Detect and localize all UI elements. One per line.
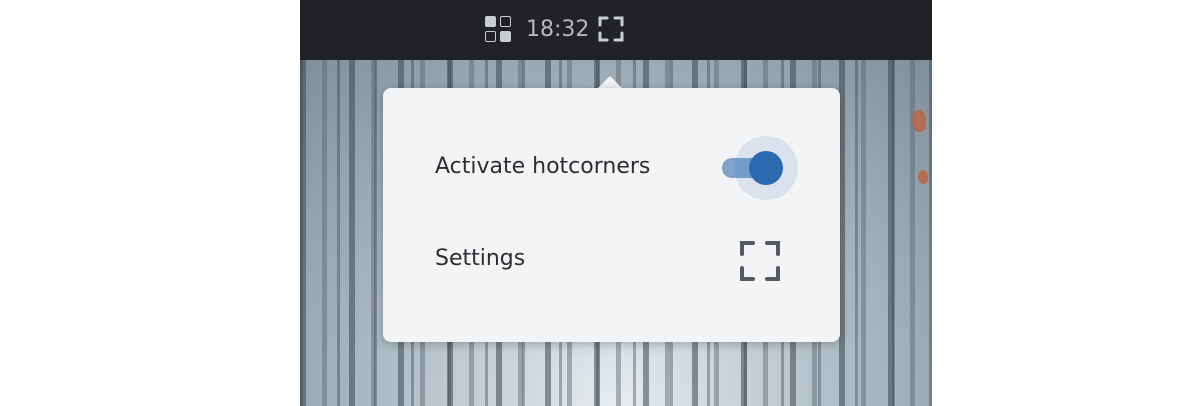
clock[interactable]: 18:32 xyxy=(526,15,589,45)
activate-hotcorners-label: Activate hotcorners xyxy=(435,154,651,179)
desktop-screen: 18:32 Activate hotcorners Settings xyxy=(300,0,932,406)
wallpaper-leaf xyxy=(918,170,928,184)
apps-grid-icon[interactable] xyxy=(485,16,511,42)
wallpaper-leaf xyxy=(912,110,926,132)
top-panel: 18:32 xyxy=(300,0,932,60)
hotcorners-popover: Activate hotcorners Settings xyxy=(383,88,840,342)
activate-hotcorners-toggle[interactable] xyxy=(720,136,798,200)
toggle-knob xyxy=(749,151,783,185)
fullscreen-corners-icon[interactable] xyxy=(598,16,624,42)
settings-label[interactable]: Settings xyxy=(435,246,525,271)
fullscreen-corners-icon[interactable] xyxy=(739,240,781,282)
